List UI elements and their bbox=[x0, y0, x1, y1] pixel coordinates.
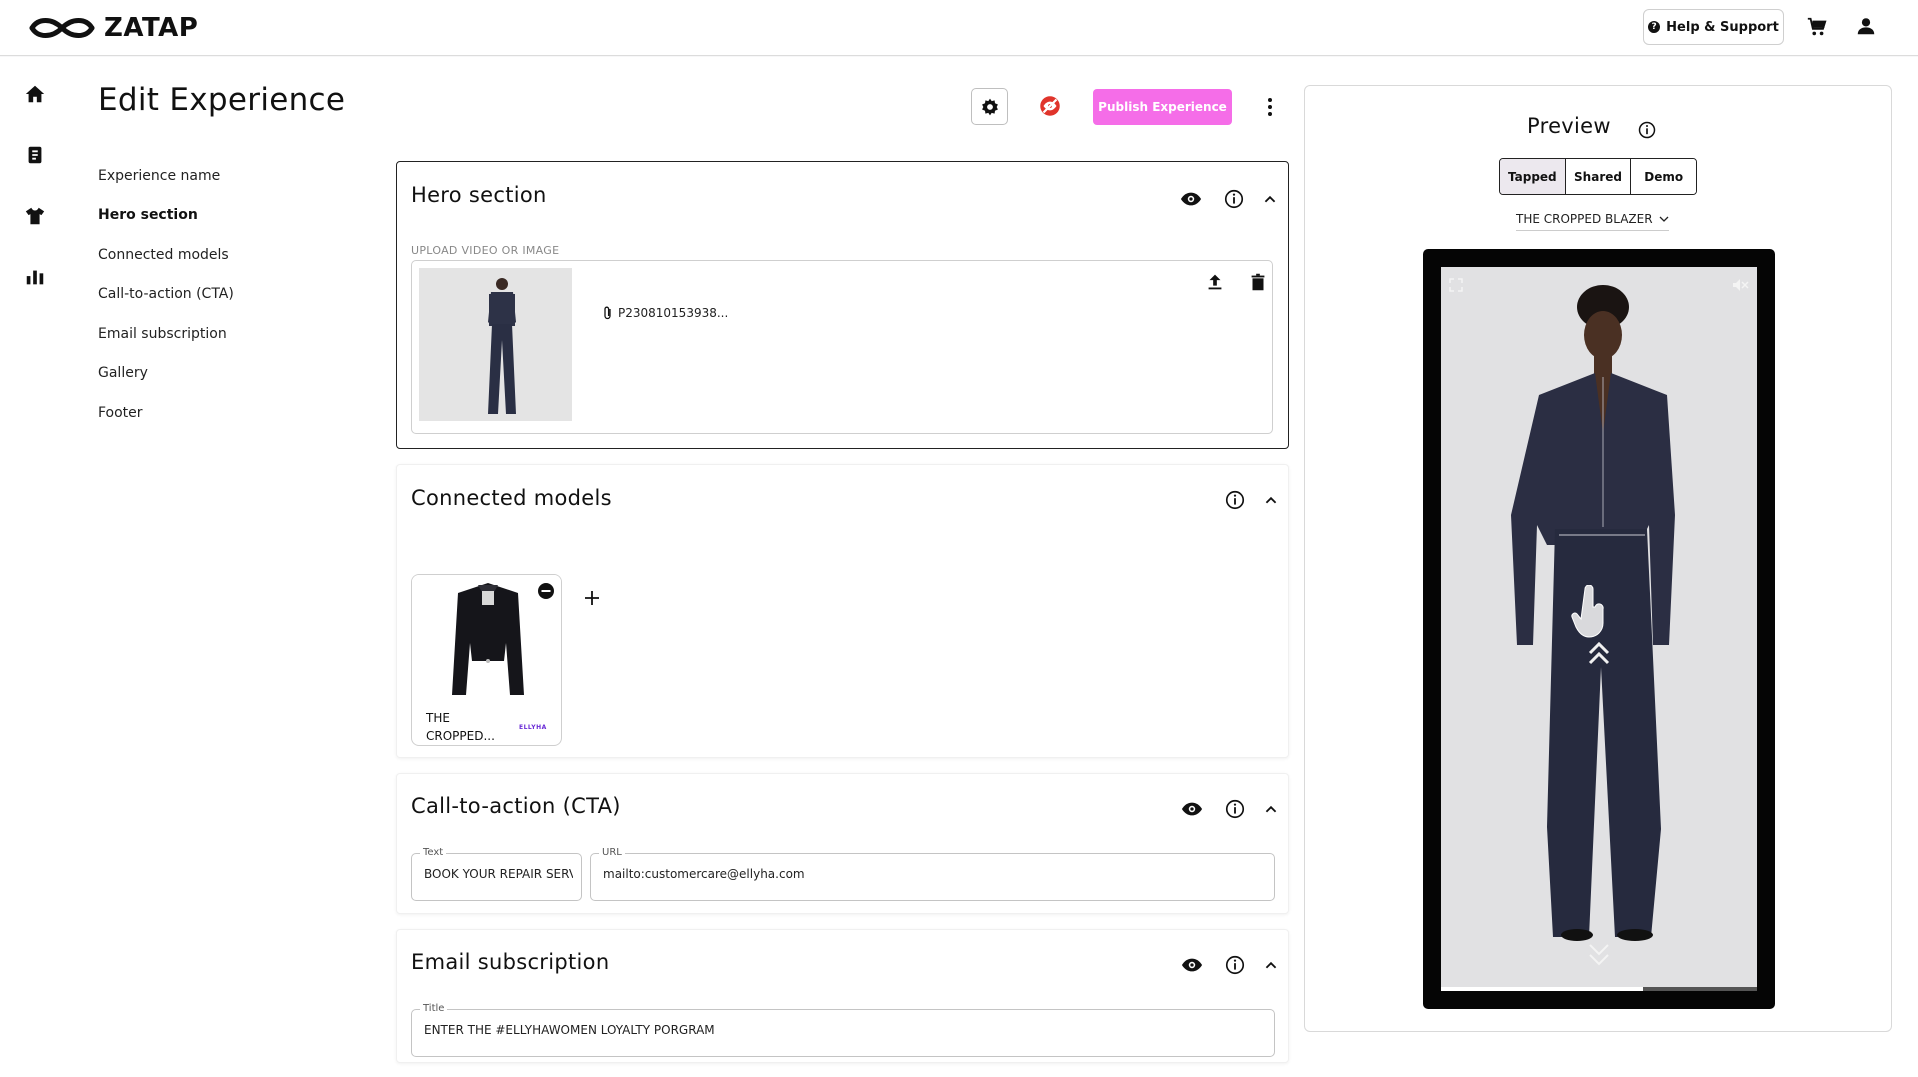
left-icon-rail bbox=[0, 57, 70, 1077]
upload-label: UPLOAD VIDEO OR IMAGE bbox=[411, 244, 560, 257]
connected-models-card: Connected models THE CROPPED... ELLYHA bbox=[396, 464, 1289, 758]
chevron-up-icon[interactable] bbox=[1260, 954, 1282, 976]
info-icon[interactable] bbox=[1224, 798, 1246, 820]
hero-media-thumbnail bbox=[419, 268, 572, 421]
swipe-down-icon bbox=[1589, 944, 1609, 966]
publish-experience-button[interactable]: Publish Experience bbox=[1093, 89, 1232, 125]
email-title-label: Title bbox=[420, 1003, 448, 1014]
cta-text-input[interactable] bbox=[424, 867, 573, 881]
eye-icon[interactable] bbox=[1181, 954, 1203, 976]
hero-section-card: Hero section UPLOAD VIDEO OR IMAGE P2308 bbox=[396, 161, 1289, 449]
chevron-up-icon[interactable] bbox=[1260, 489, 1282, 511]
email-title-input[interactable] bbox=[424, 1023, 1266, 1037]
info-icon[interactable] bbox=[1224, 954, 1246, 976]
file-name-text: P230810153938... bbox=[618, 306, 729, 320]
email-subscription-card: Email subscription Title bbox=[396, 929, 1289, 1063]
nav-item-connected-models[interactable]: Connected models bbox=[98, 247, 229, 263]
nav-item-experience-name[interactable]: Experience name bbox=[98, 168, 220, 184]
eye-icon[interactable] bbox=[1181, 798, 1203, 820]
eye-icon[interactable] bbox=[1180, 188, 1202, 210]
more-options-icon[interactable] bbox=[1262, 95, 1278, 119]
tab-demo[interactable]: Demo bbox=[1631, 159, 1696, 194]
preview-screen[interactable] bbox=[1441, 267, 1757, 987]
add-model-icon[interactable] bbox=[583, 589, 601, 607]
info-icon[interactable] bbox=[1224, 489, 1246, 511]
gear-icon bbox=[981, 98, 998, 115]
cta-card: Call-to-action (CTA) Text URL bbox=[396, 773, 1289, 914]
chevron-up-icon[interactable] bbox=[1260, 798, 1282, 820]
preview-panel: Preview Tapped Shared Demo THE CROPPED B… bbox=[1304, 85, 1892, 1032]
info-icon[interactable] bbox=[1223, 188, 1245, 210]
shirt-icon[interactable] bbox=[24, 205, 46, 227]
home-icon[interactable] bbox=[24, 83, 46, 105]
user-icon[interactable] bbox=[1855, 15, 1877, 37]
cta-text-field[interactable]: Text bbox=[411, 847, 582, 901]
chevron-down-icon bbox=[1659, 216, 1669, 222]
page-title: Edit Experience bbox=[98, 82, 346, 118]
model-figure-image bbox=[419, 268, 572, 421]
help-support-label: Help & Support bbox=[1666, 19, 1779, 35]
chevron-up-icon[interactable] bbox=[1259, 188, 1281, 210]
top-bar: ZATAP ? Help & Support bbox=[0, 0, 1918, 56]
nav-item-gallery[interactable]: Gallery bbox=[98, 365, 148, 381]
remove-model-icon[interactable] bbox=[537, 582, 555, 600]
upload-icon[interactable] bbox=[1204, 271, 1226, 293]
model-name: THE CROPPED... bbox=[426, 711, 495, 743]
cta-title: Call-to-action (CTA) bbox=[411, 794, 621, 818]
connected-models-title: Connected models bbox=[411, 486, 612, 510]
cta-url-field[interactable]: URL bbox=[590, 847, 1275, 901]
question-icon: ? bbox=[1648, 21, 1661, 33]
upload-box[interactable]: P230810153938... bbox=[411, 260, 1273, 434]
info-icon[interactable] bbox=[1637, 120, 1657, 140]
brand-name: ZATAP bbox=[104, 13, 199, 43]
preview-title: Preview bbox=[1527, 114, 1611, 138]
paperclip-icon bbox=[604, 306, 611, 320]
product-select[interactable]: THE CROPPED BLAZER bbox=[1516, 212, 1669, 231]
preview-mode-tabs: Tapped Shared Demo bbox=[1499, 158, 1697, 195]
nav-item-hero-section[interactable]: Hero section bbox=[98, 207, 198, 223]
fullscreen-icon[interactable] bbox=[1448, 277, 1464, 293]
preview-progress-bar bbox=[1441, 987, 1757, 991]
nav-item-cta[interactable]: Call-to-action (CTA) bbox=[98, 286, 234, 302]
cta-url-input[interactable] bbox=[603, 867, 1266, 881]
hero-section-title: Hero section bbox=[411, 183, 547, 207]
tap-hand-icon bbox=[1571, 585, 1604, 638]
email-title-field[interactable]: Title bbox=[411, 1003, 1275, 1057]
zatap-logo-mark-icon bbox=[29, 18, 95, 38]
tab-tapped[interactable]: Tapped bbox=[1500, 159, 1566, 194]
trash-icon[interactable] bbox=[1247, 271, 1269, 293]
settings-button[interactable] bbox=[971, 88, 1008, 125]
experience-icon[interactable] bbox=[24, 144, 46, 166]
phone-preview bbox=[1423, 249, 1775, 1009]
swipe-up-icon bbox=[1588, 641, 1610, 665]
nav-item-email-subscription[interactable]: Email subscription bbox=[98, 326, 227, 342]
cta-url-label: URL bbox=[599, 847, 625, 858]
zatap-logo[interactable]: ZATAP bbox=[28, 13, 198, 43]
preview-progress-fill bbox=[1441, 987, 1644, 991]
help-support-button[interactable]: ? Help & Support bbox=[1643, 9, 1784, 45]
nav-item-footer[interactable]: Footer bbox=[98, 405, 143, 421]
file-name: P230810153938... bbox=[602, 305, 728, 321]
hidden-eye-off-icon[interactable] bbox=[1037, 93, 1063, 119]
model-card[interactable]: THE CROPPED... ELLYHA bbox=[411, 574, 562, 746]
model-brand-logo: ELLYHA bbox=[519, 724, 547, 731]
email-subscription-title: Email subscription bbox=[411, 950, 610, 974]
cart-icon[interactable] bbox=[1806, 16, 1828, 38]
tab-shared[interactable]: Shared bbox=[1565, 159, 1632, 194]
product-select-value: THE CROPPED BLAZER bbox=[1516, 212, 1653, 226]
cta-text-label: Text bbox=[420, 847, 447, 858]
mute-icon[interactable] bbox=[1731, 277, 1749, 293]
analytics-icon[interactable] bbox=[24, 266, 46, 288]
